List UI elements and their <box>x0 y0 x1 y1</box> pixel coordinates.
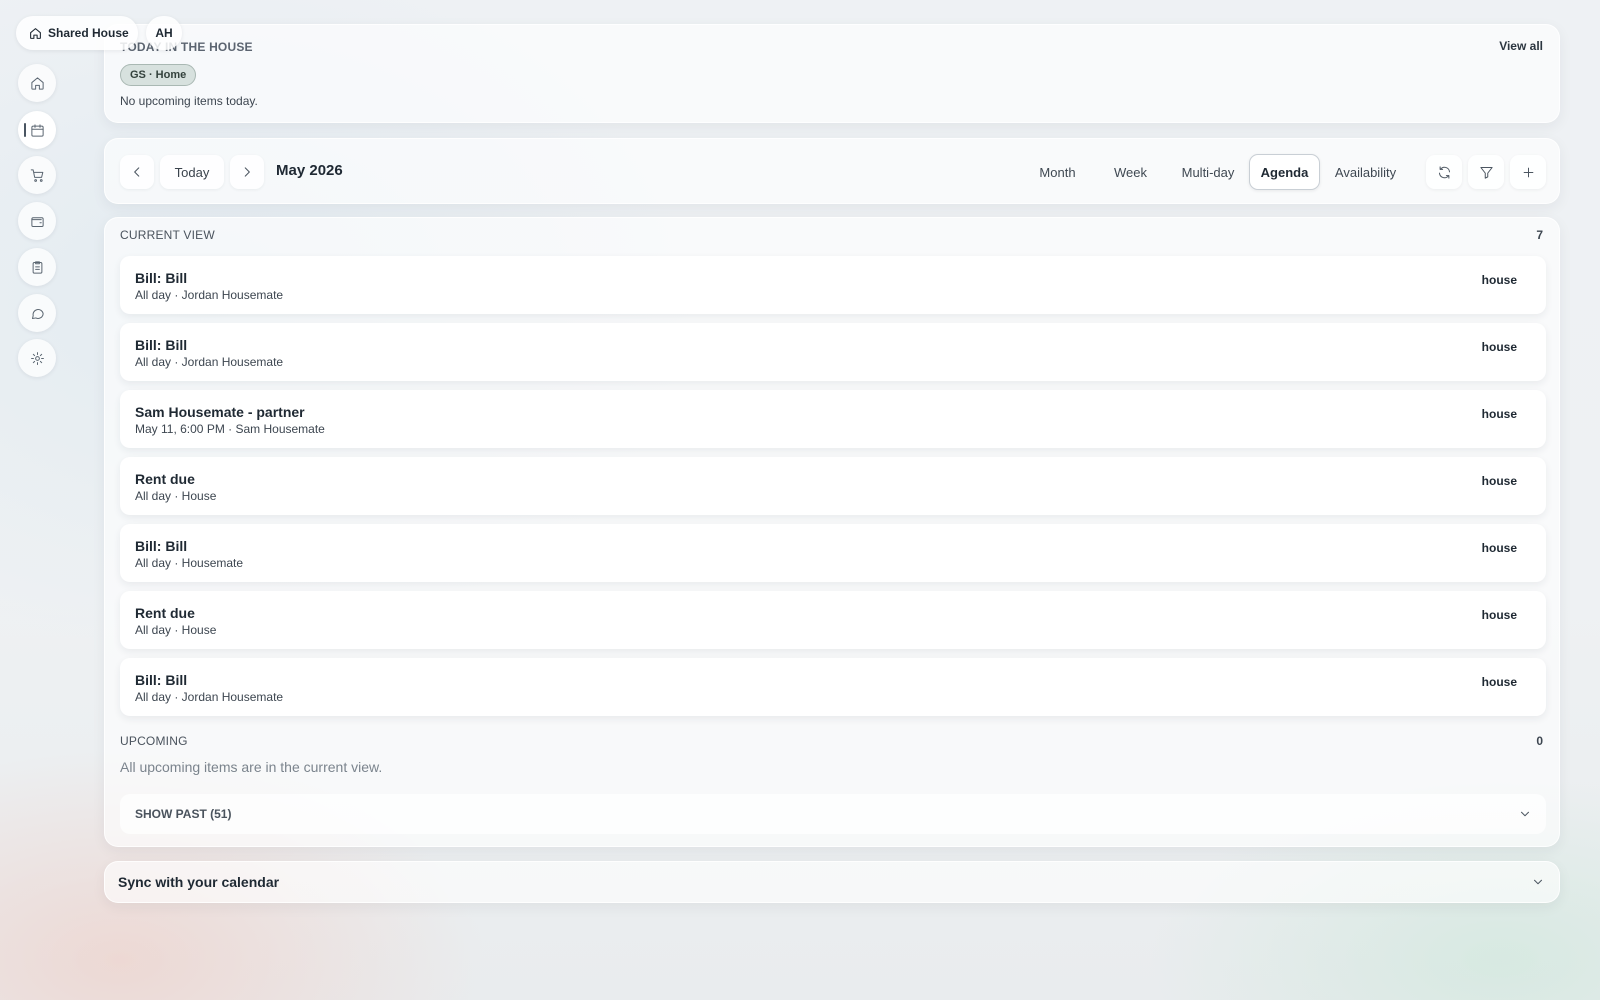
tab-week[interactable]: Week <box>1094 154 1167 190</box>
upcoming-empty-text: All upcoming items are in the current vi… <box>120 759 383 775</box>
house-name: Shared House <box>48 26 129 40</box>
tab-agenda[interactable]: Agenda <box>1249 154 1320 190</box>
clipboard-icon <box>30 260 45 275</box>
calendar-toolbar: Today May 2026 Month Week Multi-day Agen… <box>104 138 1560 204</box>
event-title: Sam Housemate - partner <box>135 404 305 420</box>
current-month-label: May 2026 <box>276 162 343 179</box>
show-past-label: SHOW PAST (51) <box>135 807 232 821</box>
tab-month[interactable]: Month <box>1021 154 1094 190</box>
plus-icon <box>1521 165 1536 180</box>
active-indicator <box>24 123 26 137</box>
view-switcher: Month Week Multi-day Agenda Availability <box>1021 154 1411 190</box>
next-button[interactable] <box>230 155 264 189</box>
filter-button[interactable] <box>1468 155 1504 189</box>
wallet-icon <box>30 214 45 229</box>
event-row[interactable]: Sam Housemate - partner May 11, 6:00 PM … <box>120 390 1546 448</box>
event-tag: house <box>1481 541 1517 555</box>
avatar-initials: AH <box>155 26 173 40</box>
sidebar-item-home[interactable] <box>18 64 56 102</box>
refresh-icon <box>1437 165 1452 180</box>
event-title: Bill: Bill <box>135 672 188 688</box>
event-title: Bill: Bill <box>135 538 188 554</box>
show-past-toggle[interactable]: SHOW PAST (51) <box>120 794 1546 834</box>
event-subtitle: All day · Jordan Housemate <box>135 690 284 704</box>
sidebar-item-shopping[interactable] <box>18 156 56 194</box>
event-subtitle: May 11, 6:00 PM · Sam Housemate <box>135 422 325 436</box>
event-row[interactable]: Bill: Bill All day · Jordan Housemate ho… <box>120 323 1546 381</box>
house-switcher[interactable]: Shared House <box>16 16 138 50</box>
event-title: Bill: Bill <box>135 337 188 353</box>
upcoming-count: 0 <box>1536 734 1543 748</box>
sync-title: Sync with your calendar <box>118 874 280 890</box>
today-empty-text: No upcoming items today. <box>120 94 258 108</box>
today-title: TODAY IN THE HOUSE <box>120 40 253 54</box>
event-tag: house <box>1481 474 1517 488</box>
previous-button[interactable] <box>120 155 154 189</box>
event-subtitle: All day · Jordan Housemate <box>135 355 284 369</box>
event-tag: house <box>1481 608 1517 622</box>
event-subtitle: All day · Housemate <box>135 556 244 570</box>
chevron-right-icon <box>240 165 254 179</box>
gear-icon <box>30 351 45 366</box>
chevron-down-icon <box>1531 875 1545 889</box>
current-view-title: CURRENT VIEW <box>120 228 215 242</box>
event-subtitle: All day · House <box>135 623 217 637</box>
event-row[interactable]: Rent due All day · House house <box>120 457 1546 515</box>
event-list: Bill: Bill All day · Jordan Housemate ho… <box>120 256 1546 725</box>
event-tag: house <box>1481 675 1517 689</box>
event-tag: house <box>1481 407 1517 421</box>
calendar-icon <box>30 123 45 138</box>
event-row[interactable]: Bill: Bill All day · Jordan Housemate ho… <box>120 658 1546 716</box>
chat-icon <box>30 306 45 321</box>
sync-button[interactable] <box>1426 155 1462 189</box>
sidebar-item-chat[interactable] <box>18 294 56 332</box>
event-title: Rent due <box>135 605 195 621</box>
today-button[interactable]: Today <box>160 155 224 189</box>
sync-calendar-panel[interactable]: Sync with your calendar <box>104 861 1560 903</box>
avatar[interactable]: AH <box>146 16 182 50</box>
home-icon <box>30 76 45 91</box>
cart-icon <box>30 168 45 183</box>
add-event-button[interactable] <box>1510 155 1546 189</box>
chevron-down-icon <box>1518 807 1532 821</box>
event-tag: house <box>1481 273 1517 287</box>
event-title: Bill: Bill <box>135 270 188 286</box>
sidebar-item-chores[interactable] <box>18 248 56 286</box>
house-filter-chip[interactable]: GS · Home <box>120 64 197 86</box>
tab-multi-day[interactable]: Multi-day <box>1167 154 1249 190</box>
event-row[interactable]: Rent due All day · House house <box>120 591 1546 649</box>
today-card: TODAY IN THE HOUSE View all GS · Home No… <box>104 24 1560 123</box>
event-subtitle: All day · House <box>135 489 217 503</box>
event-row[interactable]: Bill: Bill All day · Jordan Housemate ho… <box>120 256 1546 314</box>
sidebar-item-finances[interactable] <box>18 202 56 240</box>
agenda-card: CURRENT VIEW 7 Bill: Bill All day · Jord… <box>104 217 1560 847</box>
upcoming-title: UPCOMING <box>120 734 188 748</box>
event-tag: house <box>1481 340 1517 354</box>
filter-icon <box>1479 165 1494 180</box>
event-title: Rent due <box>135 471 195 487</box>
view-all-link[interactable]: View all <box>1499 39 1543 53</box>
home-icon <box>29 27 42 40</box>
tab-availability[interactable]: Availability <box>1320 154 1411 190</box>
current-view-count: 7 <box>1536 228 1543 242</box>
chevron-left-icon <box>130 165 144 179</box>
event-subtitle: All day · Jordan Housemate <box>135 288 284 302</box>
sidebar-item-settings[interactable] <box>18 339 56 377</box>
sidebar-item-calendar[interactable] <box>18 111 56 149</box>
event-row[interactable]: Bill: Bill All day · Housemate house <box>120 524 1546 582</box>
